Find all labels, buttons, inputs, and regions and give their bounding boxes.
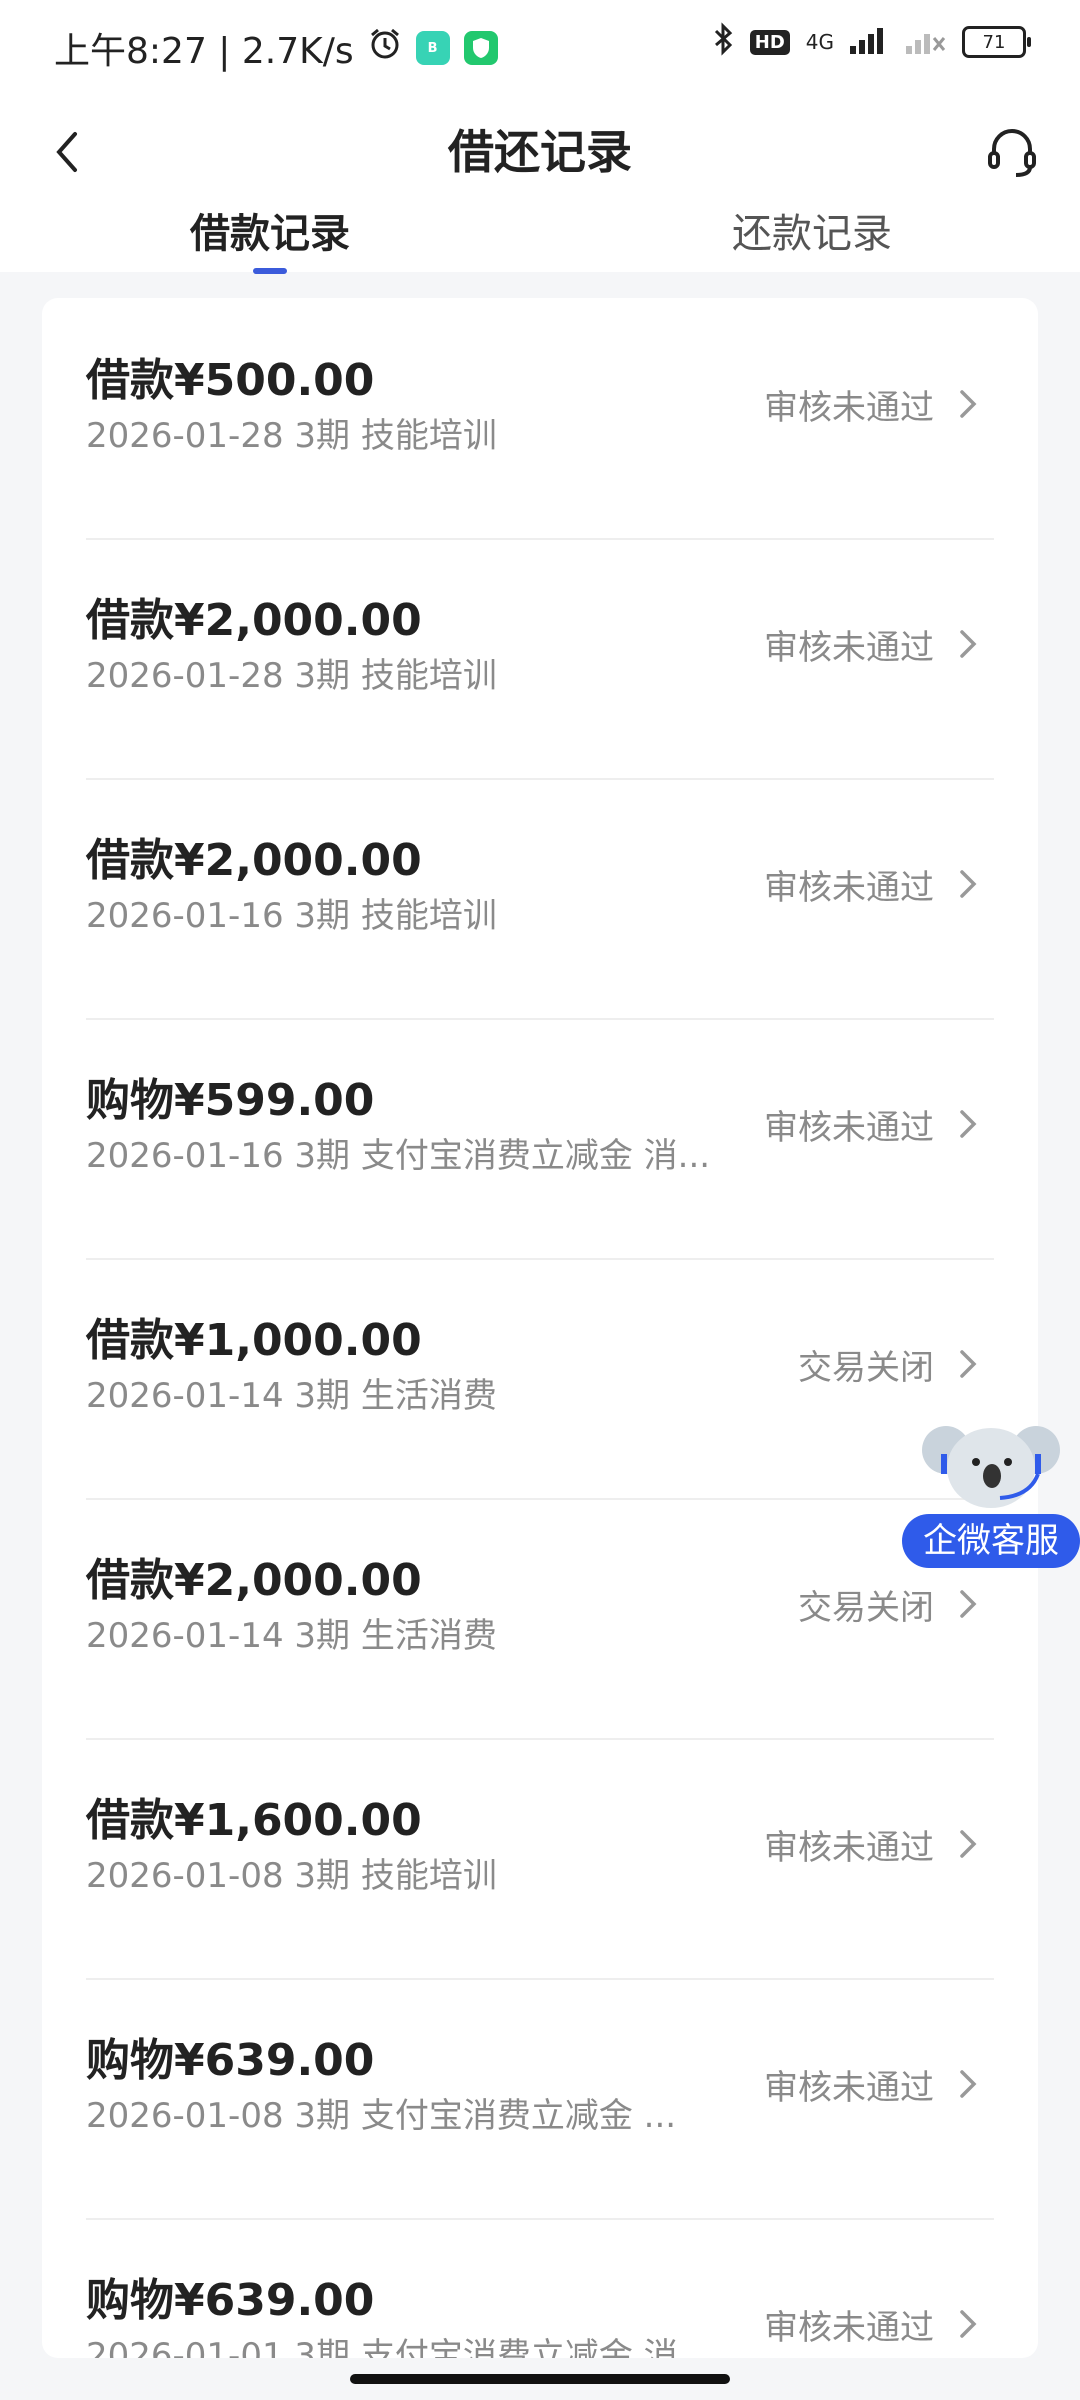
- alarm-icon: [368, 27, 402, 70]
- record-amount: 借款¥1,600.00: [86, 1795, 422, 1846]
- record-amount: 借款¥2,000.00: [86, 835, 422, 886]
- headset-icon: [988, 129, 1036, 177]
- record-meta: 2026-01-08 3期 支付宝消费立减金 ...: [86, 2096, 677, 2136]
- list-item[interactable]: 购物¥639.00 2026-01-01 3期 支付宝消费立减金 消 审核未通过: [86, 2218, 994, 2358]
- boss-app-icon: B: [415, 31, 450, 65]
- home-indicator[interactable]: [350, 2374, 730, 2384]
- record-status: 审核未通过: [764, 1828, 934, 1868]
- record-amount: 购物¥639.00: [86, 2275, 375, 2326]
- chevron-right-icon: [960, 870, 977, 898]
- status-left: 上午8:27 | 2.7K/s B: [54, 22, 498, 74]
- chevron-right-icon: [960, 1110, 977, 1138]
- record-amount: 借款¥500.00: [86, 355, 375, 406]
- list-item[interactable]: 借款¥2,000.00 2026-01-16 3期 技能培训 审核未通过: [86, 778, 994, 1020]
- battery-icon: 71: [962, 26, 1031, 58]
- record-status: 交易关闭: [798, 1348, 934, 1388]
- record-meta: 2026-01-16 3期 支付宝消费立减金 消...: [86, 1136, 711, 1176]
- list-item[interactable]: 借款¥2,000.00 2026-01-14 3期 生活消费 交易关闭: [86, 1498, 994, 1740]
- status-right: HD 4G 71: [712, 22, 1031, 62]
- customer-service-button[interactable]: [982, 112, 1042, 192]
- hd-icon: HD: [749, 29, 790, 55]
- record-status: 审核未通过: [764, 628, 934, 668]
- battery-level: 71: [982, 31, 1006, 53]
- tab-borrow-records[interactable]: 借款记录: [190, 204, 350, 264]
- chevron-right-icon: [960, 2070, 977, 2098]
- record-meta: 2026-01-14 3期 生活消费: [86, 1616, 497, 1656]
- record-amount: 借款¥2,000.00: [86, 1555, 422, 1606]
- record-status: 审核未通过: [764, 1108, 934, 1148]
- record-status: 审核未通过: [764, 388, 934, 428]
- chevron-right-icon: [960, 1590, 977, 1618]
- koala-mascot-icon: [922, 1426, 1060, 1508]
- page-title: 借还记录: [448, 125, 632, 179]
- signal-icon: [850, 24, 890, 60]
- tab-repay-records[interactable]: 还款记录: [732, 204, 892, 264]
- shield-app-icon: [463, 31, 498, 65]
- chevron-right-icon: [960, 1830, 977, 1858]
- status-bar: 上午8:27 | 2.7K/s B HD 4G 71: [0, 0, 1080, 92]
- page-header: 借还记录 借款记录 还款记录: [0, 92, 1080, 274]
- record-meta: 2026-01-28 3期 技能培训: [86, 656, 497, 696]
- record-status: 审核未通过: [764, 868, 934, 908]
- record-meta: 2026-01-16 3期 技能培训: [86, 896, 497, 936]
- list-item[interactable]: 借款¥1,000.00 2026-01-14 3期 生活消费 交易关闭: [86, 1258, 994, 1500]
- record-amount: 购物¥599.00: [86, 1075, 375, 1126]
- list-item[interactable]: 购物¥639.00 2026-01-08 3期 支付宝消费立减金 ... 审核未…: [86, 1978, 994, 2220]
- list-item[interactable]: 借款¥500.00 2026-01-28 3期 技能培训 审核未通过: [86, 298, 994, 540]
- signal-weak-icon: [906, 24, 946, 60]
- record-amount: 购物¥639.00: [86, 2035, 375, 2086]
- chevron-right-icon: [960, 2310, 977, 2338]
- record-meta: 2026-01-28 3期 技能培训: [86, 416, 497, 456]
- record-meta: 2026-01-01 3期 支付宝消费立减金 消: [86, 2336, 678, 2358]
- chevron-right-icon: [960, 630, 977, 658]
- floating-service-widget[interactable]: 企微客服: [902, 1418, 1080, 1568]
- list-item[interactable]: 借款¥1,600.00 2026-01-08 3期 技能培训 审核未通过: [86, 1738, 994, 1980]
- record-status: 审核未通过: [764, 2068, 934, 2108]
- chevron-right-icon: [960, 1350, 977, 1378]
- service-label: 企微客服: [902, 1514, 1080, 1568]
- list-item[interactable]: 借款¥2,000.00 2026-01-28 3期 技能培训 审核未通过: [86, 538, 994, 780]
- record-meta: 2026-01-08 3期 技能培训: [86, 1856, 497, 1896]
- list-item[interactable]: 购物¥599.00 2026-01-16 3期 支付宝消费立减金 消... 审核…: [86, 1018, 994, 1260]
- record-meta: 2026-01-14 3期 生活消费: [86, 1376, 497, 1416]
- record-status: 交易关闭: [798, 1588, 934, 1628]
- active-tab-indicator: [253, 268, 287, 274]
- record-amount: 借款¥2,000.00: [86, 595, 422, 646]
- status-time: 上午8:27 | 2.7K/s: [54, 31, 354, 72]
- records-list: 借款¥500.00 2026-01-28 3期 技能培训 审核未通过 借款¥2,…: [42, 298, 1038, 2358]
- record-status: 审核未通过: [764, 2308, 934, 2348]
- chevron-right-icon: [960, 390, 977, 418]
- record-amount: 借款¥1,000.00: [86, 1315, 422, 1366]
- network-type: 4G: [805, 30, 834, 54]
- bluetooth-icon: [712, 22, 734, 62]
